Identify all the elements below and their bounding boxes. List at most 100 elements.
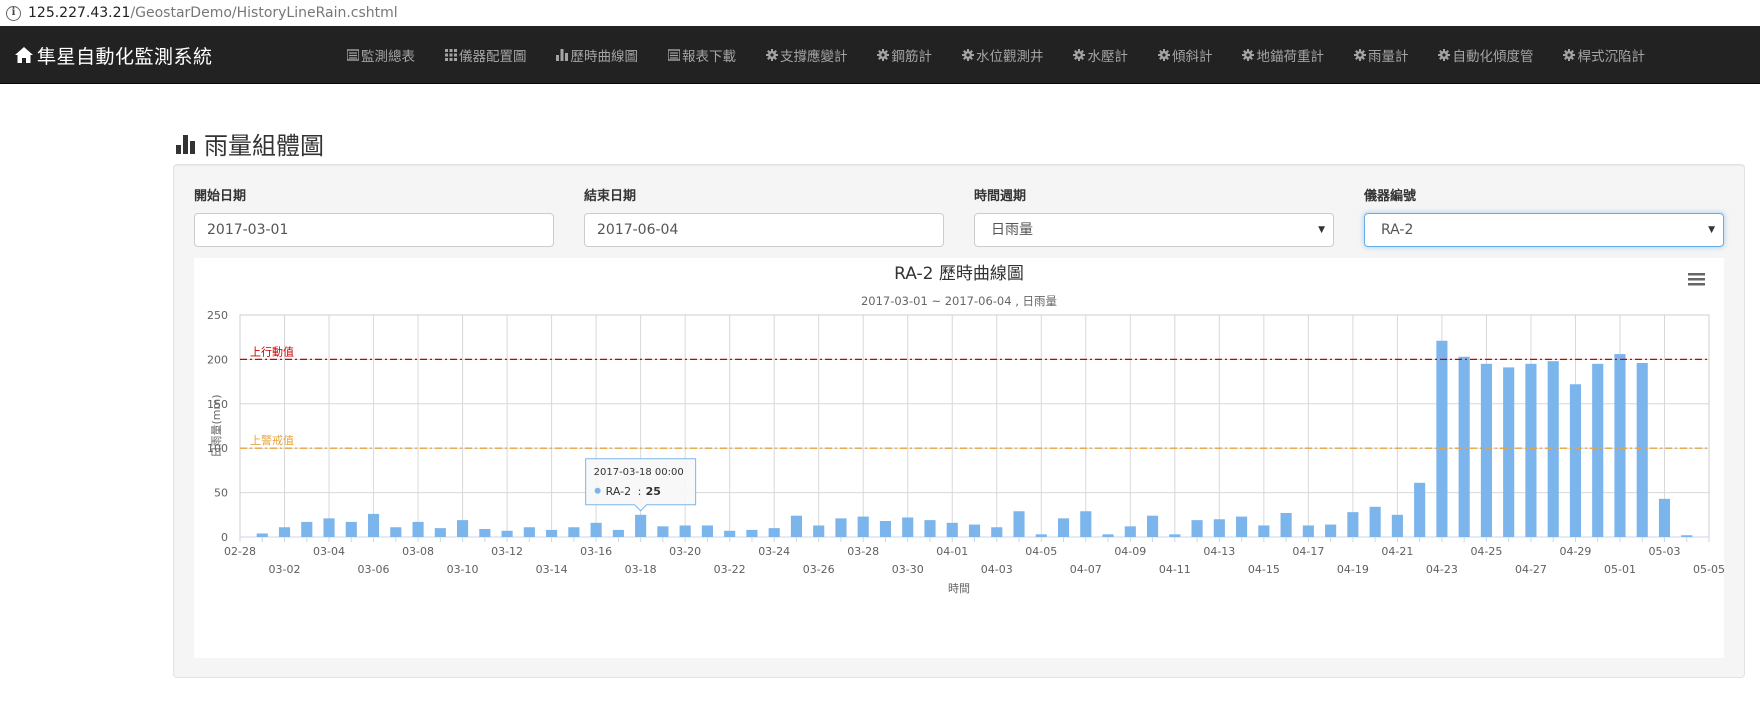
nav-item-3[interactable]: 報表下載	[666, 45, 736, 65]
bar[interactable]	[1414, 482, 1426, 537]
bar[interactable]	[1302, 525, 1314, 537]
nav-item-10[interactable]: 雨量計	[1353, 45, 1409, 65]
bar[interactable]	[1347, 512, 1359, 537]
nav-item-8[interactable]: 傾斜計	[1157, 45, 1213, 65]
brand-link[interactable]: 隼星自動化監測系統	[14, 26, 213, 84]
bar[interactable]	[679, 525, 691, 537]
filter-panel: 開始日期 2017-03-01 結束日期 2017-06-04 時間週期 日雨量…	[173, 164, 1745, 678]
x-axis-title: 時間	[948, 582, 970, 595]
period-label: 時間週期	[974, 189, 1027, 204]
x-tick-label: 03-04	[313, 545, 345, 558]
bar[interactable]	[1191, 520, 1203, 537]
bar[interactable]	[946, 522, 958, 537]
bar[interactable]	[1547, 361, 1559, 537]
end-date-input[interactable]: 2017-06-04	[584, 213, 944, 247]
bar[interactable]	[367, 513, 380, 537]
nav-item-9[interactable]: 地錨荷重計	[1242, 45, 1324, 65]
bar[interactable]	[1592, 363, 1604, 537]
bar[interactable]	[1569, 384, 1582, 537]
period-select[interactable]: 日雨量 ▼	[974, 213, 1334, 247]
tooltip-marker	[594, 487, 601, 494]
nav-item-label: 支撐應變計	[780, 49, 848, 65]
x-tick-label: 03-24	[758, 545, 790, 558]
bar[interactable]	[1436, 340, 1448, 537]
bar[interactable]	[657, 526, 669, 537]
menu-icon[interactable]	[1688, 273, 1705, 286]
bar[interactable]	[1013, 511, 1025, 537]
bar[interactable]	[991, 527, 1003, 537]
bar[interactable]	[1035, 534, 1047, 537]
bar[interactable]	[968, 524, 981, 537]
bar[interactable]	[879, 521, 892, 537]
bar[interactable]	[479, 529, 491, 537]
bar[interactable]	[1636, 362, 1648, 537]
url-path: /GeostarDemo/HistoryLineRain.cshtml	[130, 5, 398, 21]
bar[interactable]	[590, 522, 602, 537]
nav-item-1[interactable]: 儀器配置圖	[444, 45, 527, 65]
bar[interactable]	[635, 514, 647, 537]
bar[interactable]	[323, 518, 335, 537]
bar[interactable]	[1213, 519, 1225, 537]
bar[interactable]	[1080, 511, 1092, 537]
bar[interactable]	[1458, 356, 1470, 537]
bar[interactable]	[1391, 514, 1403, 537]
bar[interactable]	[813, 525, 825, 537]
instrument-select[interactable]: RA-2 ▼	[1364, 213, 1724, 247]
x-tick-label: 04-23	[1426, 563, 1458, 576]
bar[interactable]	[1057, 518, 1070, 537]
bar[interactable]	[1146, 515, 1159, 537]
bar[interactable]	[568, 527, 580, 537]
bar[interactable]	[345, 521, 357, 537]
nav-item-5[interactable]: 鋼筋計	[877, 45, 932, 65]
bar[interactable]	[1681, 535, 1693, 537]
bar[interactable]	[457, 520, 469, 537]
bar[interactable]	[1280, 513, 1292, 537]
nav-item-11[interactable]: 自動化傾度管	[1438, 45, 1534, 65]
bar[interactable]	[768, 528, 780, 537]
address-bar[interactable]: i 125.227.43.21/GeostarDemo/HistoryLineR…	[0, 0, 1760, 26]
bar[interactable]	[1169, 534, 1181, 537]
bar[interactable]	[1236, 516, 1248, 537]
bar[interactable]	[412, 521, 424, 537]
bar[interactable]	[1503, 367, 1515, 537]
bar[interactable]	[724, 530, 736, 537]
bar[interactable]	[434, 528, 446, 537]
bar[interactable]	[1124, 526, 1136, 537]
bar[interactable]	[546, 529, 558, 537]
nav-item-4[interactable]: 支撐應變計	[765, 45, 848, 65]
x-tick-label: 03-08	[402, 545, 434, 558]
nav-item-7[interactable]: 水壓計	[1073, 45, 1128, 65]
nav-item-2[interactable]: 歷時曲線圖	[556, 45, 638, 65]
info-icon[interactable]: i	[6, 5, 21, 21]
nav-item-12[interactable]: 桿式沉陷計	[1563, 45, 1645, 65]
bar[interactable]	[278, 527, 291, 537]
bar[interactable]	[835, 518, 847, 537]
bar[interactable]	[390, 527, 402, 537]
nav-item-6[interactable]: 水位觀測井	[961, 45, 1044, 65]
bar[interactable]	[612, 529, 624, 537]
bar[interactable]	[301, 521, 313, 537]
instrument-group: 儀器編號 RA-2 ▼	[1364, 185, 1724, 247]
bar[interactable]	[1658, 498, 1671, 537]
bar[interactable]	[790, 515, 803, 537]
end-date-label: 結束日期	[584, 189, 637, 204]
bar[interactable]	[701, 525, 713, 537]
bar[interactable]	[1258, 525, 1270, 537]
bar[interactable]	[1369, 506, 1381, 537]
bar[interactable]	[924, 520, 936, 537]
bar[interactable]	[1325, 524, 1337, 537]
bar[interactable]	[857, 516, 869, 537]
bar[interactable]	[746, 529, 758, 537]
bar[interactable]	[256, 533, 268, 537]
bar[interactable]	[1614, 354, 1626, 537]
bar[interactable]	[902, 517, 914, 537]
nav-item-0[interactable]: 監測總表	[345, 45, 415, 65]
bar[interactable]	[1102, 534, 1114, 537]
bar[interactable]	[523, 527, 535, 537]
x-tick-label: 03-02	[269, 563, 301, 576]
chart-title: RA-2 歷時曲線圖	[894, 264, 1024, 284]
bar[interactable]	[1525, 363, 1537, 537]
bar[interactable]	[501, 530, 513, 537]
start-date-input[interactable]: 2017-03-01	[194, 213, 554, 247]
bar[interactable]	[1480, 363, 1492, 537]
